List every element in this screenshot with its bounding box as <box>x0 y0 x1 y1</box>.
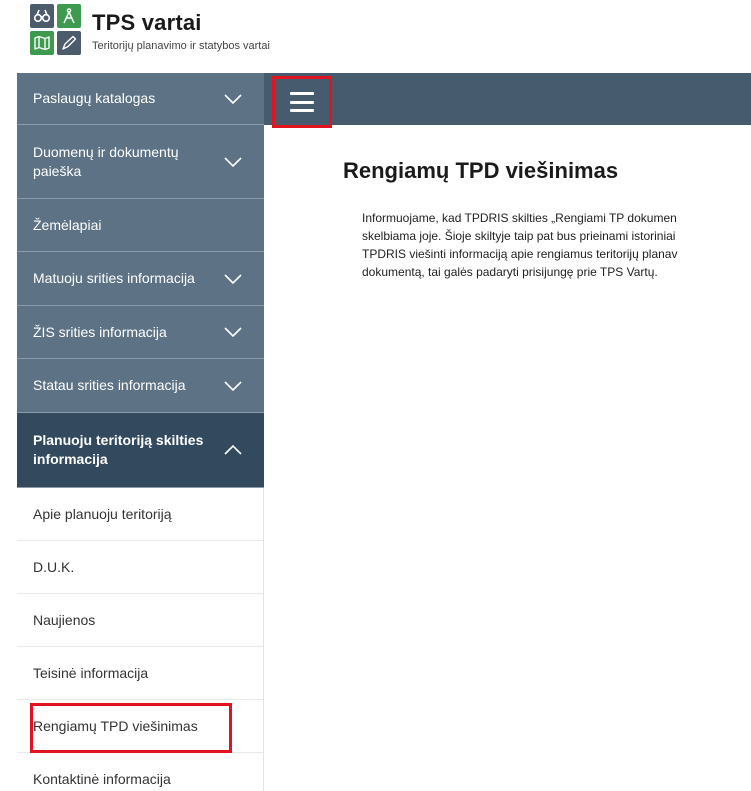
body-line: Informuojame, kad TPDRIS skilties „Rengi… <box>362 211 677 225</box>
sidebar-subitem-teisine[interactable]: Teisinė informacija <box>17 647 264 700</box>
sidebar-item-label: ŽIS srities informacija <box>33 323 167 340</box>
binoculars-icon <box>30 4 54 28</box>
site-title[interactable]: TPS vartai <box>92 10 202 36</box>
sidebar-item-matuoju[interactable]: Matuoju srities informacija <box>17 252 264 306</box>
sidebar-item-label: Žemėlapiai <box>33 216 102 233</box>
sidebar-item-zis[interactable]: ŽIS srities informacija <box>17 306 264 359</box>
chevron-down-icon <box>224 93 242 104</box>
body-line: dokumentą, tai galės padaryti prisijungę… <box>362 265 658 279</box>
sidebar-subitem-label: Kontaktinė informacija <box>33 771 171 787</box>
sidebar-subitem-duk[interactable]: D.U.K. <box>17 541 264 594</box>
site-logo[interactable] <box>30 4 82 56</box>
sidebar-nav: Paslaugų katalogas Duomenų ir dokumentų … <box>17 73 264 791</box>
sidebar-subitem-label: D.U.K. <box>33 559 75 575</box>
sidebar-item-duomenu-paieska[interactable]: Duomenų ir dokumentų paieška <box>17 125 264 199</box>
site-subtitle: Teritorijų planavimo ir statybos vartai <box>92 40 270 52</box>
chevron-up-icon <box>224 445 242 455</box>
sidebar-item-label: Statau srities informacija <box>33 377 186 393</box>
hamburger-menu-button[interactable] <box>272 76 332 128</box>
sidebar-subitem-naujienos[interactable]: Naujienos <box>17 594 264 647</box>
sidebar-subitem-kontaktine[interactable]: Kontaktinė informacija <box>17 753 264 791</box>
body-line: TPDRIS viešinti informaciją apie rengiam… <box>362 247 678 261</box>
sidebar-subitem-label: Naujienos <box>33 612 96 628</box>
site-header: TPS vartai Teritorijų planavimo ir staty… <box>0 0 751 73</box>
sidebar-subitem-label: Apie planuoju teritoriją <box>33 506 172 522</box>
pen-icon <box>57 31 81 55</box>
selection-highlight-box <box>30 703 232 753</box>
compass-icon <box>57 4 81 28</box>
chevron-down-icon <box>224 273 242 284</box>
sidebar-item-statau[interactable]: Statau srities informacija <box>17 359 264 413</box>
sidebar-item-label: Matuoju srities informacija <box>33 270 195 286</box>
map-icon <box>30 31 54 55</box>
chevron-down-icon <box>224 156 242 167</box>
sidebar-item-label: Duomenų ir dokumentų paieška <box>33 143 179 179</box>
chevron-down-icon <box>224 380 242 391</box>
sidebar-item-planuoju[interactable]: Planuoju teritoriją skilties informacija <box>17 413 264 488</box>
sidebar-item-zemelapiai[interactable]: Žemėlapiai <box>17 199 264 252</box>
sidebar-item-paslaugu-katalogas[interactable]: Paslaugų katalogas <box>17 73 264 125</box>
top-navbar <box>264 73 751 125</box>
sidebar-item-label: Planuoju teritoriją skilties informacija <box>33 432 204 467</box>
body-line: skelbiama joje. Šioje skiltyje taip pat … <box>362 229 676 243</box>
page-body-text: Informuojame, kad TPDRIS skilties „Rengi… <box>362 209 751 281</box>
sidebar-subitem-label: Teisinė informacija <box>33 665 149 681</box>
sidebar-subitem-apie[interactable]: Apie planuoju teritoriją <box>17 488 264 541</box>
chevron-down-icon <box>224 327 242 337</box>
hamburger-menu-icon <box>290 92 314 112</box>
sidebar-item-label: Paslaugų katalogas <box>33 90 156 106</box>
page-title: Rengiamų TPD viešinimas <box>343 158 619 183</box>
